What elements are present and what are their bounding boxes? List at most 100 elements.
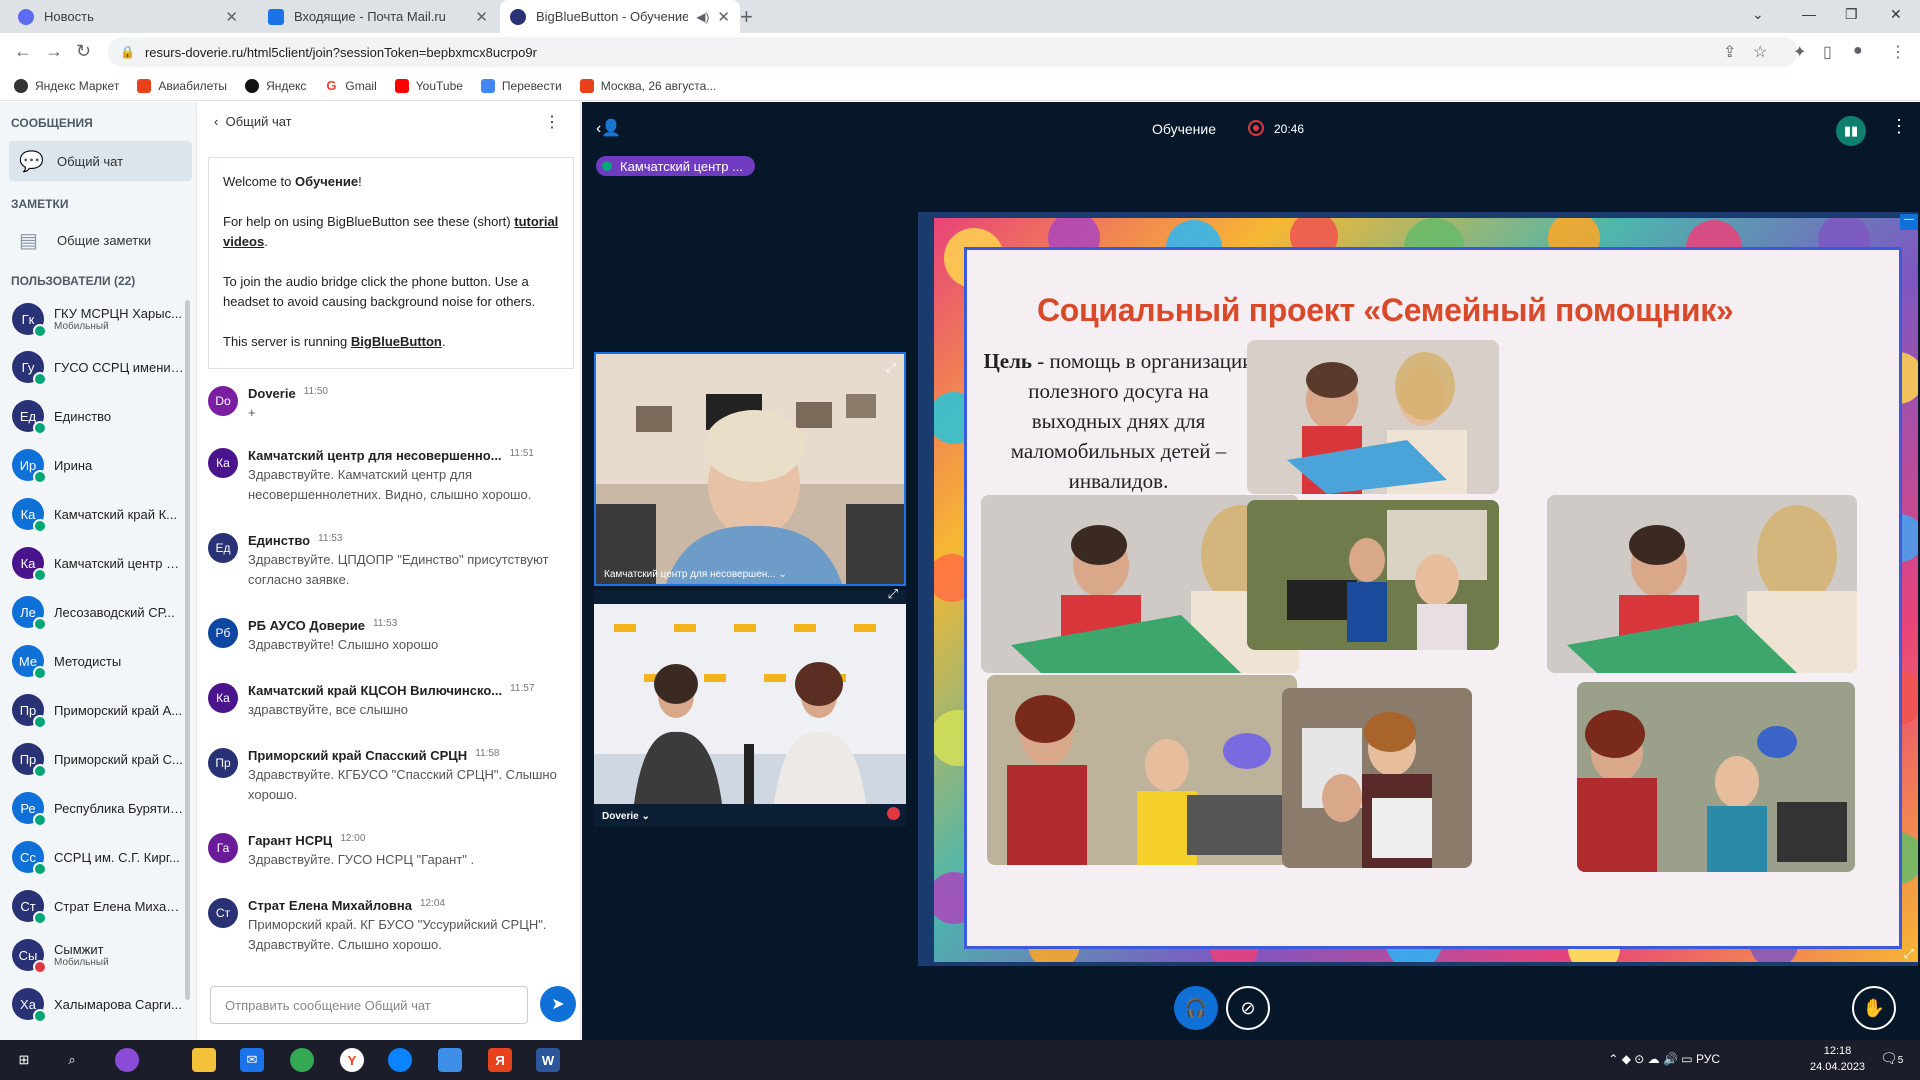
reload-icon[interactable]: ↻ <box>76 41 91 62</box>
chat-back-button[interactable]: ‹ Общий чат <box>214 114 292 129</box>
extensions-icon[interactable]: ✦ <box>1793 42 1806 62</box>
user-item[interactable]: Сы Сымжит Мобильный <box>12 935 187 975</box>
bookmark-item[interactable]: Авиабилеты <box>137 78 227 93</box>
audio-help-text: To join the audio bridge click the phone… <box>223 274 536 309</box>
yandex-browser-icon[interactable]: Y <box>340 1048 364 1072</box>
talking-indicator[interactable]: Камчатский центр ... <box>596 156 755 176</box>
raise-hand-button[interactable]: ✋ <box>1852 986 1896 1030</box>
user-item[interactable]: Ка Камчатский центр д... <box>12 543 187 583</box>
bookmark-item[interactable]: Яндекс <box>245 78 306 93</box>
sidebar-item-shared-notes[interactable]: ▤ Общие заметки <box>9 220 192 260</box>
new-tab-button[interactable]: + <box>740 4 753 30</box>
word-icon[interactable]: W <box>536 1048 560 1072</box>
bookmark-icon <box>245 78 260 93</box>
webcam-tile[interactable]: ⤢ Камчатский центр для несовершен... ⌄ <box>594 352 906 586</box>
sidepanel-icon[interactable]: ▯ <box>1823 42 1832 62</box>
user-name: Камчатский центр д... <box>54 555 184 571</box>
user-item[interactable]: Ст Страт Елена Михай... <box>12 886 187 926</box>
yandex-icon[interactable]: Я <box>488 1048 512 1072</box>
profile-icon[interactable]: ● <box>1853 42 1863 60</box>
user-item[interactable]: Ка Камчатский край К... <box>12 494 187 534</box>
minimize-presentation-button[interactable]: — <box>1900 214 1918 230</box>
user-item[interactable]: Гк ГКУ МСРЦН Харыс... Мобильный <box>12 299 187 339</box>
chat-message-input[interactable]: Отправить сообщение Общий чат <box>210 986 528 1024</box>
bookmark-item[interactable]: Яндекс Маркет <box>14 78 119 93</box>
sidebar: СООБЩЕНИЯ 💬 Общий чат ЗАМЕТКИ ▤ Общие за… <box>0 102 197 1040</box>
forward-icon[interactable]: → <box>45 41 63 62</box>
webcam-video <box>596 354 904 584</box>
mail-icon[interactable]: ✉ <box>240 1048 264 1072</box>
audio-button[interactable]: 🎧 <box>1174 986 1218 1030</box>
user-item[interactable]: Ха Халымарова Сарги... <box>12 984 187 1024</box>
talker-name: Камчатский центр ... <box>620 158 743 174</box>
fullscreen-icon[interactable]: ⤢ <box>888 586 898 602</box>
close-icon[interactable]: ✕ <box>475 8 488 26</box>
language-indicator[interactable]: РУС <box>1696 1052 1720 1066</box>
bookmark-item[interactable]: Москва, 26 августа... <box>579 78 716 93</box>
user-item[interactable]: Ир Ирина <box>12 445 187 485</box>
browser-menu-icon[interactable]: ⋮ <box>1890 42 1906 62</box>
share-camera-button[interactable]: ⊘ <box>1226 986 1270 1030</box>
sidebar-item-public-chat[interactable]: 💬 Общий чат <box>9 141 192 181</box>
bookmark-item[interactable]: G Gmail <box>324 78 377 93</box>
user-item[interactable]: Ме Методисты <box>12 641 187 681</box>
message-time: 12:04 <box>419 898 445 909</box>
user-icon: ‹👤 <box>596 120 622 137</box>
bookmark-item[interactable]: YouTube <box>394 78 463 93</box>
search-icon[interactable]: ⌕ <box>60 1048 84 1072</box>
edge-icon[interactable] <box>388 1048 412 1072</box>
bookmark-item[interactable]: Перевести <box>480 78 562 93</box>
user-item[interactable]: Ле Лесозаводский СР... <box>12 592 187 632</box>
send-button[interactable]: ➤ <box>540 986 576 1022</box>
maximize-button[interactable]: ❐ <box>1845 6 1858 23</box>
explorer-icon[interactable] <box>192 1048 216 1072</box>
address-bar[interactable]: 🔒 resurs-doverie.ru/html5client/join?ses… <box>108 37 1798 67</box>
sidebar-scrollbar[interactable] <box>185 300 190 1000</box>
fullscreen-icon[interactable]: ⤢ <box>886 360 896 376</box>
tab-bbb[interactable]: BigBlueButton - Обучение ◀) ✕ <box>500 0 740 33</box>
alice-icon[interactable] <box>115 1048 139 1072</box>
avatar: Ст <box>12 890 47 925</box>
close-icon[interactable]: ✕ <box>717 8 730 26</box>
speaker-icon[interactable]: ◀) <box>696 10 709 24</box>
tab-mail[interactable]: Входящие - Почта Mail.ru ✕ <box>258 0 498 33</box>
bookmark-icon <box>137 78 152 93</box>
message-time: 11:51 <box>509 448 534 459</box>
windows-start-icon[interactable]: ⊞ <box>12 1048 36 1072</box>
fullscreen-icon[interactable]: ⤢ <box>1904 946 1914 962</box>
message-text: Здравствуйте. ГУСО НСРЦ "Гарант" . <box>248 852 475 867</box>
user-item[interactable]: Сс ССРЦ им. С.Г. Кирг... <box>12 837 187 877</box>
share-icon[interactable]: ⇪ <box>1723 42 1736 62</box>
recording-icon[interactable] <box>1248 120 1264 136</box>
mic-icon <box>33 421 47 435</box>
bookmark-label: Gmail <box>345 78 377 93</box>
user-name: Страт Елена Михай... <box>54 898 184 914</box>
options-menu-icon[interactable]: ⋮ <box>1890 116 1908 137</box>
user-item[interactable]: Пр Приморский край А... <box>12 690 187 730</box>
youtube-icon <box>394 78 409 93</box>
bookmark-star-icon[interactable]: ☆ <box>1753 42 1767 62</box>
user-item[interactable]: Пр Приморский край С... <box>12 739 187 779</box>
store-icon[interactable] <box>438 1048 462 1072</box>
connection-status-button[interactable]: ▮▮ <box>1836 116 1866 146</box>
bbb-link[interactable]: BigBlueButton <box>351 334 442 349</box>
notifications-icon[interactable]: 🗨5 <box>1880 1050 1903 1067</box>
webcam-tile[interactable]: ⤢ Doverie ⌄ <box>594 586 906 826</box>
mail-icon <box>268 8 284 25</box>
chrome-icon[interactable] <box>290 1048 314 1072</box>
tab-search-icon[interactable]: ⌄ <box>1752 6 1764 23</box>
window-close-button[interactable]: ✕ <box>1890 6 1902 23</box>
toggle-userlist-button[interactable]: ‹👤 <box>596 118 621 138</box>
user-item[interactable]: Гу ГУСО ССРЦ имени ... <box>12 347 187 387</box>
user-device: Мобильный <box>54 321 109 332</box>
user-item[interactable]: Ед Единство <box>12 396 187 436</box>
chat-options-icon[interactable]: ⋮ <box>544 112 560 132</box>
system-tray[interactable]: ⌃ ◆ ⊙ ☁ 🔊 ▭ РУС <box>1608 1052 1720 1066</box>
back-icon[interactable]: ← <box>14 41 32 62</box>
user-item[interactable]: Ре Республика Бурятия... <box>12 788 187 828</box>
minimize-button[interactable]: — <box>1802 6 1816 22</box>
tab-news[interactable]: Новость ✕ <box>8 0 248 33</box>
meeting-area: ‹👤 Обучение 20:46 ▮▮ ⋮ Камчатский центр … <box>582 102 1920 1040</box>
clock[interactable]: 12:18 24.04.2023 <box>1810 1043 1865 1075</box>
close-icon[interactable]: ✕ <box>225 8 238 26</box>
